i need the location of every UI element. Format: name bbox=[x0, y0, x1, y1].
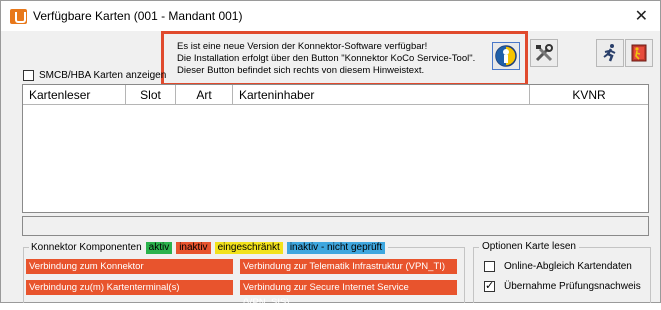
status-tag-inaktiv: inaktiv bbox=[176, 241, 211, 254]
cards-table[interactable]: Kartenleser Slot Art Karteninhaber KVNR bbox=[22, 84, 649, 213]
col-kvnr[interactable]: KVNR bbox=[530, 85, 648, 105]
koco-service-tool-button[interactable] bbox=[492, 42, 520, 70]
col-kartenleser[interactable]: Kartenleser bbox=[23, 85, 126, 105]
status-tag-eingeschraenkt: eingeschränkt bbox=[214, 241, 283, 254]
exit-door-icon bbox=[631, 44, 647, 62]
koco-service-tool-icon bbox=[495, 45, 517, 67]
col-art[interactable]: Art bbox=[176, 85, 233, 105]
col-karteninhaber[interactable]: Karteninhaber bbox=[233, 85, 530, 105]
smcb-checkbox[interactable] bbox=[23, 70, 34, 81]
online-abgleich-checkbox[interactable] bbox=[484, 261, 495, 272]
notice-line: Die Installation erfolgt über den Button… bbox=[177, 53, 476, 64]
components-legend-label: Konnektor Komponenten bbox=[31, 242, 142, 253]
col-slot[interactable]: Slot bbox=[126, 85, 176, 105]
close-button[interactable]: ✕ bbox=[635, 6, 648, 25]
card-options-group bbox=[473, 247, 651, 303]
pruefungsnachweis-checkbox[interactable] bbox=[484, 279, 495, 292]
exit-button[interactable] bbox=[625, 39, 653, 67]
online-abgleich-label: Online-Abgleich Kartendaten bbox=[504, 261, 632, 272]
smcb-checkbox-row[interactable]: SMCB/HBA Karten anzeigen bbox=[23, 70, 166, 81]
connection-vpn-ti: Verbindung zur Telematik Infrastruktur (… bbox=[240, 259, 457, 274]
window-title: Verfügbare Karten (001 - Mandant 001) bbox=[33, 9, 243, 23]
pruefungsnachweis-label: Übernahme Prüfungsnachweis bbox=[504, 281, 641, 292]
app-icon bbox=[10, 9, 27, 24]
settings-button[interactable] bbox=[530, 39, 558, 67]
notice-line: Dieser Button befindet sich rechts von d… bbox=[177, 65, 425, 76]
notice-line: Es ist eine neue Version der Konnektor-S… bbox=[177, 41, 428, 52]
update-notice: Es ist eine neue Version der Konnektor-S… bbox=[161, 31, 528, 86]
components-legend: Konnektor Komponenten aktiv inaktiv eing… bbox=[29, 241, 389, 254]
run-button[interactable] bbox=[596, 39, 624, 67]
option-online-abgleich[interactable]: Online-Abgleich Kartendaten bbox=[484, 261, 632, 272]
settings-tools-icon bbox=[535, 44, 553, 62]
table-header: Kartenleser Slot Art Karteninhaber KVNR bbox=[23, 85, 648, 105]
smcb-checkbox-label: SMCB/HBA Karten anzeigen bbox=[39, 70, 167, 81]
run-icon bbox=[603, 44, 616, 62]
title-bar: Verfügbare Karten (001 - Mandant 001) ✕ bbox=[1, 1, 660, 31]
window: Verfügbare Karten (001 - Mandant 001) ✕ … bbox=[0, 0, 661, 308]
connection-kartenterminal: Verbindung zu(m) Kartenterminal(s) bbox=[26, 280, 233, 295]
card-options-legend: Optionen Karte lesen bbox=[479, 241, 579, 252]
status-bar bbox=[22, 216, 649, 236]
option-pruefungsnachweis[interactable]: Übernahme Prüfungsnachweis bbox=[484, 279, 641, 292]
status-tag-aktiv: aktiv bbox=[145, 241, 173, 254]
status-tag-nicht-geprueft: inaktiv - nicht geprüft bbox=[286, 241, 386, 254]
connection-vpn-sis: Verbindung zur Secure Internet Service (… bbox=[240, 280, 457, 308]
connection-konnektor: Verbindung zum Konnektor bbox=[26, 259, 233, 274]
